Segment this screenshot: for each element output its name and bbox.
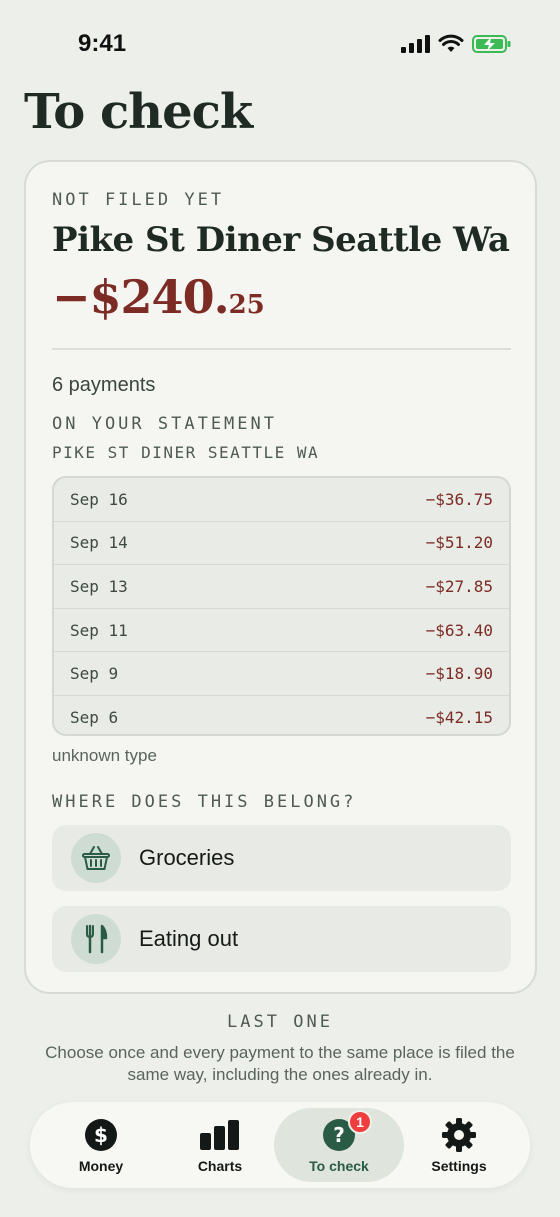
- gear-icon: [441, 1118, 477, 1152]
- tab-bar: $ Money Charts ? 1 To check Settings: [30, 1102, 530, 1188]
- tab-settings[interactable]: Settings: [394, 1108, 524, 1182]
- tab-label: Money: [78, 1158, 124, 1174]
- table-row: Sep 9 −$18.90: [54, 652, 509, 696]
- wifi-icon: [438, 34, 464, 52]
- total-amount: −$240.25: [52, 270, 265, 324]
- question-icon: ? 1: [322, 1110, 372, 1152]
- type-note: unknown type: [52, 746, 157, 765]
- fork-knife-icon: [71, 914, 121, 964]
- status-icons: [400, 34, 512, 54]
- tab-label: To check: [309, 1158, 369, 1174]
- tab-money[interactable]: $ Money: [36, 1108, 166, 1182]
- page-title: To check: [24, 84, 253, 140]
- transaction-date: Sep 9: [70, 664, 119, 684]
- transaction-date: Sep 11: [70, 620, 128, 640]
- tab-charts[interactable]: Charts: [155, 1108, 285, 1182]
- notification-badge: 1: [348, 1110, 372, 1134]
- payments-count: 6 payments: [52, 374, 156, 396]
- transaction-date: Sep 13: [70, 576, 128, 596]
- transactions-table: Sep 16 −$36.75 Sep 14 −$51.20 Sep 13 −$2…: [52, 476, 511, 736]
- transaction-amount: −$51.20: [425, 533, 493, 553]
- option-label: Groceries: [139, 845, 235, 870]
- merchant-name: Pike St Diner Seattle Wa: [52, 220, 510, 260]
- transaction-amount: −$42.15: [425, 708, 493, 728]
- divider: [52, 348, 511, 350]
- battery-charging-icon: [472, 35, 511, 53]
- table-row: Sep 11 −$63.40: [54, 609, 509, 653]
- category-option-groceries[interactable]: Groceries: [52, 825, 511, 891]
- transaction-date: Sep 6: [70, 708, 119, 728]
- option-label: Eating out: [139, 926, 239, 951]
- table-row: Sep 14 −$51.20: [54, 522, 509, 566]
- bar-chart-icon: [199, 1118, 241, 1152]
- transaction-date: Sep 16: [70, 489, 128, 509]
- svg-text:?: ?: [333, 1123, 345, 1147]
- table-row: Sep 13 −$27.85: [54, 565, 509, 609]
- transaction-date: Sep 14: [70, 533, 128, 553]
- on-statement-label: ON YOUR STATEMENT: [52, 414, 277, 434]
- dollar-icon: $: [84, 1118, 118, 1152]
- basket-icon: [71, 833, 121, 883]
- svg-text:$: $: [94, 1123, 108, 1147]
- transaction-amount: −$36.75: [425, 489, 493, 509]
- last-one-label: LAST ONE: [227, 1012, 333, 1032]
- amount-cents: 25: [228, 290, 265, 320]
- transaction-card: NOT FILED YET Pike St Diner Seattle Wa −…: [24, 160, 537, 994]
- transaction-amount: −$18.90: [425, 664, 493, 684]
- status-eyebrow: NOT FILED YET: [52, 190, 225, 210]
- tab-label: Settings: [431, 1158, 487, 1174]
- tab-label: Charts: [197, 1158, 243, 1174]
- transaction-amount: −$63.40: [425, 620, 493, 640]
- statement-name: PIKE ST DINER SEATTLE WA: [52, 443, 320, 462]
- where-heading: WHERE DOES THIS BELONG?: [52, 792, 357, 812]
- amount-main: −$240.: [52, 270, 230, 324]
- category-option-eating-out[interactable]: Eating out: [52, 906, 511, 972]
- status-time: 9:41: [78, 30, 127, 57]
- table-row: Sep 6 −$42.15: [54, 696, 509, 734]
- transaction-amount: −$27.85: [425, 576, 493, 596]
- status-bar: 9:41: [0, 0, 560, 90]
- tab-to-check[interactable]: ? 1 To check: [274, 1108, 404, 1182]
- footnote: Choose once and every payment to the sam…: [45, 1043, 515, 1084]
- table-row: Sep 16 −$36.75: [54, 478, 509, 522]
- cellular-signal-icon: [401, 35, 430, 53]
